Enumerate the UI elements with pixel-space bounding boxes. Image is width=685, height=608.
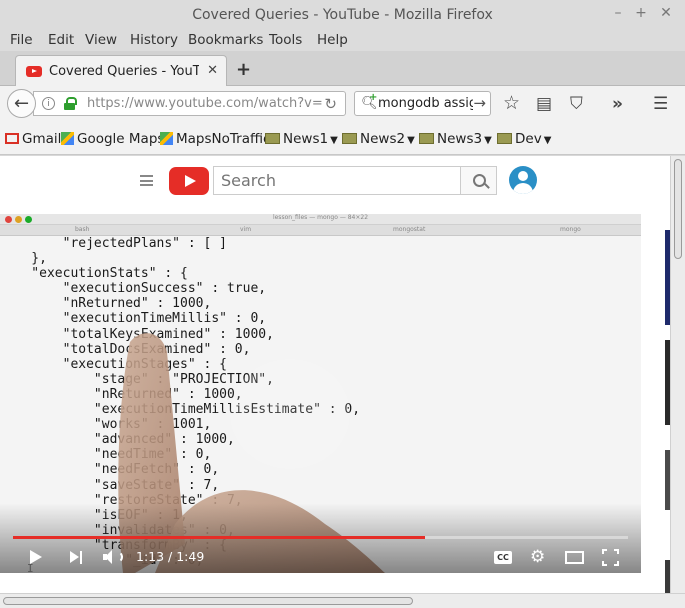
reload-icon[interactable]: ↻ bbox=[324, 95, 337, 113]
guide-menu-icon[interactable] bbox=[140, 175, 153, 186]
folder-icon bbox=[419, 133, 434, 144]
terminal-title: lesson_files — mongo — 84×22 bbox=[272, 214, 369, 221]
page-content: lesson_files — mongo — 84×22 bash vim mo… bbox=[0, 156, 670, 593]
bookmark-folder-news2[interactable]: News2 ▼ bbox=[342, 131, 415, 147]
text-cursor-icon: I bbox=[27, 562, 34, 575]
search-go-icon[interactable]: → bbox=[473, 94, 486, 112]
volume-icon[interactable] bbox=[103, 550, 123, 565]
menu-file[interactable]: File bbox=[10, 32, 33, 48]
reading-list-icon[interactable]: ▤ bbox=[536, 94, 552, 114]
avatar[interactable] bbox=[509, 166, 537, 194]
bookmark-mapsnotraffic[interactable]: MapsNoTraffic bbox=[160, 131, 270, 147]
minimize-icon[interactable]: – bbox=[610, 5, 626, 21]
youtube-search-box[interactable] bbox=[213, 166, 461, 195]
youtube-search-button[interactable] bbox=[460, 166, 497, 195]
pocket-icon[interactable]: ⛉ bbox=[570, 94, 583, 114]
window-title: Covered Queries - YouTube - Mozilla Fire… bbox=[192, 7, 493, 23]
youtube-favicon-icon bbox=[26, 66, 42, 77]
folder-icon bbox=[265, 133, 280, 144]
chevron-down-icon: ▼ bbox=[407, 135, 415, 146]
google-maps-icon bbox=[160, 132, 173, 145]
lock-icon[interactable] bbox=[64, 97, 77, 110]
progress-played bbox=[13, 536, 426, 539]
folder-icon bbox=[342, 133, 357, 144]
bookmark-folder-news1[interactable]: News1 ▼ bbox=[265, 131, 338, 147]
tab-label: Covered Queries - YouTu bbox=[49, 64, 199, 79]
youtube-logo-icon[interactable] bbox=[169, 167, 209, 195]
terminal-tab: mongostat bbox=[393, 226, 426, 233]
next-icon[interactable] bbox=[70, 551, 83, 564]
vertical-scrollbar[interactable] bbox=[670, 156, 685, 593]
tab-close-icon[interactable]: ✕ bbox=[207, 63, 218, 78]
video-player[interactable]: lesson_files — mongo — 84×22 bash vim mo… bbox=[0, 214, 641, 573]
window-titlebar: Covered Queries - YouTube - Mozilla Fire… bbox=[0, 0, 685, 29]
terminal-tab: mongo bbox=[560, 226, 581, 233]
terminal-tab: vim bbox=[240, 226, 252, 233]
horizontal-scrollbar-thumb[interactable] bbox=[3, 597, 413, 605]
terminal-line: }, bbox=[0, 251, 47, 267]
terminal-line: "executionStats" : { bbox=[0, 266, 188, 282]
tab-strip: Covered Queries - YouTu ✕ + bbox=[0, 51, 685, 87]
captions-icon[interactable]: CC bbox=[494, 551, 512, 564]
menu-bar: File Edit View History Bookmarks Tools H… bbox=[0, 29, 685, 51]
menu-history[interactable]: History bbox=[130, 32, 178, 48]
back-button[interactable]: ← bbox=[7, 89, 36, 118]
chevron-down-icon: ▼ bbox=[330, 135, 338, 146]
new-tab-button[interactable]: + bbox=[236, 59, 251, 80]
bookmark-folder-dev[interactable]: Dev ▼ bbox=[497, 131, 551, 147]
url-text[interactable]: https://www.youtube.com/watch?v=n bbox=[87, 96, 322, 111]
youtube-header bbox=[0, 156, 670, 206]
chevron-down-icon: ▼ bbox=[484, 135, 492, 146]
youtube-search-input[interactable] bbox=[214, 167, 454, 194]
terminal-tab: bash bbox=[75, 226, 90, 233]
terminal-line: "executionSuccess" : true, bbox=[0, 281, 267, 297]
gmail-icon bbox=[5, 133, 19, 144]
chevron-down-icon: ▼ bbox=[543, 135, 552, 146]
menu-bookmarks[interactable]: Bookmarks bbox=[188, 32, 263, 48]
progress-bar[interactable] bbox=[13, 536, 628, 539]
info-icon[interactable]: i bbox=[42, 97, 55, 110]
bookmarks-bar: Gmail Google Maps MapsNoTraffic News1 ▼ N… bbox=[0, 122, 685, 155]
google-maps-icon bbox=[61, 132, 74, 145]
menu-view[interactable]: View bbox=[85, 32, 117, 48]
theater-mode-icon[interactable] bbox=[565, 551, 584, 564]
navigation-bar: i https://www.youtube.com/watch?v=n ↻ ← … bbox=[0, 86, 685, 122]
terminal-titlebar: lesson_files — mongo — 84×22 bbox=[0, 214, 641, 225]
bookmark-gmail[interactable]: Gmail bbox=[5, 131, 61, 147]
overflow-chevron-icon[interactable]: » bbox=[612, 94, 623, 114]
gear-icon[interactable]: ⚙ bbox=[530, 549, 547, 566]
terminal-line: "rejectedPlans" : [ ] bbox=[0, 236, 227, 251]
hamburger-menu-icon[interactable]: ☰ bbox=[653, 94, 668, 114]
bookmark-star-icon[interactable]: ☆ bbox=[503, 92, 520, 114]
maximize-icon[interactable]: + bbox=[633, 5, 649, 21]
fullscreen-icon[interactable] bbox=[602, 549, 619, 566]
menu-help[interactable]: Help bbox=[317, 32, 348, 48]
tab-youtube[interactable]: Covered Queries - YouTu ✕ bbox=[15, 55, 227, 87]
menu-tools[interactable]: Tools bbox=[269, 32, 302, 48]
bookmark-google-maps[interactable]: Google Maps bbox=[61, 131, 164, 147]
bookmark-folder-news3[interactable]: News3 ▼ bbox=[419, 131, 492, 147]
close-icon[interactable]: ✕ bbox=[658, 5, 674, 21]
terminal-line: "nReturned" : 1000, bbox=[0, 296, 212, 312]
back-arrow-icon: ← bbox=[13, 93, 30, 114]
time-display: 1:13 / 1:49 bbox=[136, 549, 205, 564]
vertical-scrollbar-thumb[interactable] bbox=[674, 159, 682, 259]
url-bar[interactable]: i https://www.youtube.com/watch?v=n ↻ bbox=[33, 91, 346, 116]
search-engine-icon[interactable]: 🔍︎ + bbox=[361, 92, 378, 111]
search-text[interactable]: mongodb assign bbox=[378, 96, 473, 111]
horizontal-scrollbar[interactable] bbox=[0, 593, 685, 608]
search-bar[interactable]: 🔍︎+ mongodb assign → bbox=[354, 91, 491, 116]
menu-edit[interactable]: Edit bbox=[48, 32, 74, 48]
terminal-tabs: bash vim mongostat mongo bbox=[0, 225, 641, 236]
folder-icon bbox=[497, 133, 512, 144]
